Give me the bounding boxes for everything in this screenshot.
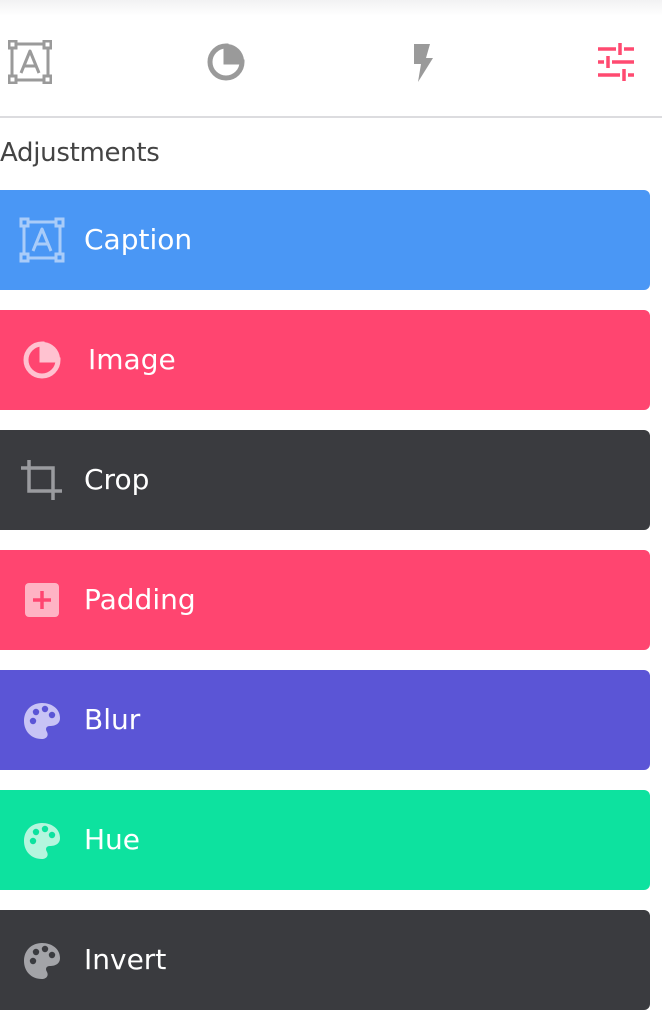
padding-label: Padding [84,583,196,616]
crop-button[interactable]: Crop [0,430,650,530]
section-title: Adjustments [0,138,160,168]
invert-label: Invert [84,943,167,976]
plus-box-icon [18,577,66,623]
palette-icon [18,937,66,983]
blur-label: Blur [84,703,141,736]
tab-caption[interactable] [8,40,52,84]
image-label: Image [88,343,176,376]
tab-effects[interactable] [400,40,444,84]
caption-label: Caption [84,223,193,256]
top-shadow [0,0,662,16]
tool-tab-bar [0,16,662,118]
blur-button[interactable]: Blur [0,670,650,770]
tab-image[interactable] [204,40,248,84]
image-button[interactable]: Image [0,310,650,410]
lightning-icon [414,44,433,82]
invert-button[interactable]: Invert [0,910,650,1010]
pie-chart-icon [207,43,245,81]
pie-chart-icon [18,337,66,383]
sliders-icon [598,43,634,81]
hue-label: Hue [84,823,141,856]
padding-button[interactable]: Padding [0,550,650,650]
palette-icon [18,817,66,863]
text-box-icon [18,217,66,263]
crop-icon [18,457,66,503]
crop-label: Crop [84,463,150,496]
text-box-icon [8,40,52,84]
tab-adjustments[interactable] [594,40,638,84]
caption-button[interactable]: Caption [0,190,650,290]
palette-icon [18,697,66,743]
hue-button[interactable]: Hue [0,790,650,890]
